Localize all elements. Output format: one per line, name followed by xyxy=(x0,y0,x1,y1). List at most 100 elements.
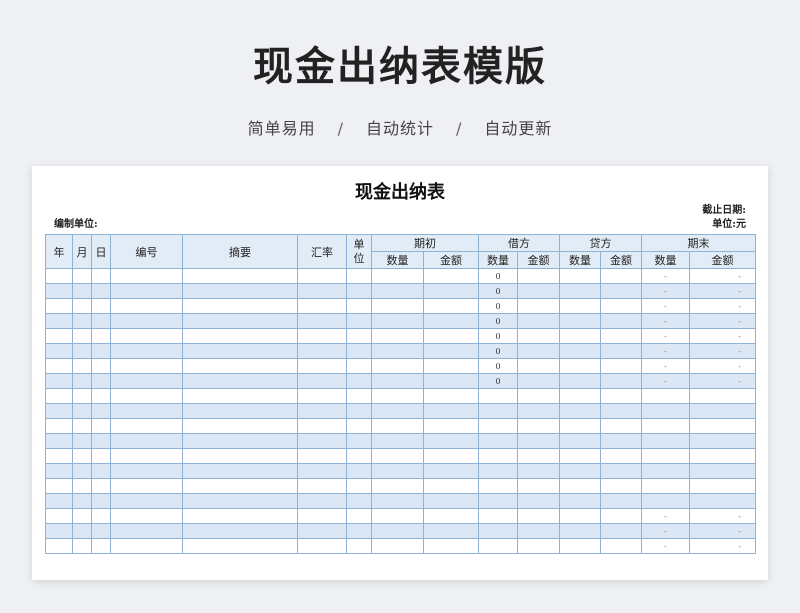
table-cell[interactable] xyxy=(45,373,73,389)
table-cell[interactable] xyxy=(110,403,183,419)
table-cell[interactable]: 0 xyxy=(478,328,518,344)
table-cell[interactable] xyxy=(371,523,424,539)
table-cell[interactable]: 0 xyxy=(478,373,518,389)
table-cell[interactable] xyxy=(423,343,479,359)
table-cell[interactable] xyxy=(297,343,347,359)
table-cell[interactable] xyxy=(182,298,298,314)
table-cell[interactable] xyxy=(297,463,347,479)
table-cell[interactable] xyxy=(182,493,298,509)
table-cell[interactable] xyxy=(423,373,479,389)
table-cell[interactable]: 0 xyxy=(478,313,518,329)
table-cell[interactable] xyxy=(346,433,372,449)
table-cell[interactable] xyxy=(517,388,560,404)
table-cell[interactable] xyxy=(182,523,298,539)
table-cell[interactable] xyxy=(45,313,73,329)
table-cell[interactable]: - xyxy=(689,523,756,539)
table-cell[interactable] xyxy=(72,418,92,434)
table-cell[interactable] xyxy=(559,403,601,419)
table-cell[interactable] xyxy=(346,358,372,374)
table-cell[interactable] xyxy=(346,268,372,284)
table-cell[interactable] xyxy=(517,493,560,509)
table-cell[interactable] xyxy=(559,298,601,314)
table-cell[interactable] xyxy=(517,328,560,344)
table-cell[interactable] xyxy=(371,478,424,494)
table-cell[interactable]: - xyxy=(641,328,690,344)
table-cell[interactable]: 0 xyxy=(478,283,518,299)
table-cell[interactable] xyxy=(371,358,424,374)
table-cell[interactable] xyxy=(182,388,298,404)
table-cell[interactable] xyxy=(72,463,92,479)
table-cell[interactable] xyxy=(297,313,347,329)
table-cell[interactable] xyxy=(478,523,518,539)
table-cell[interactable] xyxy=(110,478,183,494)
table-cell[interactable] xyxy=(559,388,601,404)
table-cell[interactable] xyxy=(110,448,183,464)
table-cell[interactable] xyxy=(182,508,298,524)
table-cell[interactable]: - xyxy=(689,538,756,554)
table-cell[interactable] xyxy=(110,433,183,449)
table-cell[interactable] xyxy=(182,358,298,374)
table-cell[interactable] xyxy=(346,298,372,314)
table-cell[interactable] xyxy=(517,538,560,554)
table-cell[interactable] xyxy=(689,478,756,494)
table-cell[interactable] xyxy=(297,403,347,419)
table-cell[interactable] xyxy=(517,283,560,299)
table-cell[interactable] xyxy=(45,463,73,479)
table-cell[interactable] xyxy=(297,373,347,389)
table-cell[interactable] xyxy=(478,493,518,509)
table-cell[interactable] xyxy=(559,433,601,449)
table-cell[interactable] xyxy=(346,388,372,404)
table-cell[interactable] xyxy=(423,328,479,344)
table-cell[interactable] xyxy=(346,538,372,554)
table-cell[interactable] xyxy=(517,298,560,314)
table-cell[interactable] xyxy=(559,478,601,494)
table-cell[interactable]: - xyxy=(641,358,690,374)
table-cell[interactable] xyxy=(517,343,560,359)
table-cell[interactable] xyxy=(72,478,92,494)
table-cell[interactable] xyxy=(371,448,424,464)
table-cell[interactable]: 0 xyxy=(478,343,518,359)
table-cell[interactable] xyxy=(517,268,560,284)
table-cell[interactable] xyxy=(182,328,298,344)
table-cell[interactable] xyxy=(371,313,424,329)
table-cell[interactable] xyxy=(110,343,183,359)
table-cell[interactable] xyxy=(371,268,424,284)
table-cell[interactable] xyxy=(72,328,92,344)
table-cell[interactable]: - xyxy=(641,538,690,554)
table-cell[interactable] xyxy=(559,313,601,329)
table-cell[interactable] xyxy=(110,373,183,389)
table-cell[interactable] xyxy=(91,493,111,509)
table-cell[interactable] xyxy=(478,463,518,479)
table-cell[interactable]: - xyxy=(689,313,756,329)
table-cell[interactable] xyxy=(371,538,424,554)
table-cell[interactable] xyxy=(45,268,73,284)
table-cell[interactable] xyxy=(297,493,347,509)
table-cell[interactable] xyxy=(371,508,424,524)
table-cell[interactable] xyxy=(423,418,479,434)
table-cell[interactable] xyxy=(641,463,690,479)
table-cell[interactable] xyxy=(689,388,756,404)
table-cell[interactable] xyxy=(110,268,183,284)
table-cell[interactable] xyxy=(641,388,690,404)
table-cell[interactable] xyxy=(517,358,560,374)
table-cell[interactable] xyxy=(346,418,372,434)
table-cell[interactable] xyxy=(72,538,92,554)
table-cell[interactable]: - xyxy=(689,508,756,524)
table-cell[interactable] xyxy=(641,418,690,434)
table-cell[interactable] xyxy=(371,493,424,509)
table-cell[interactable] xyxy=(689,463,756,479)
table-cell[interactable] xyxy=(297,283,347,299)
table-cell[interactable] xyxy=(517,478,560,494)
table-cell[interactable] xyxy=(517,418,560,434)
table-cell[interactable]: - xyxy=(641,283,690,299)
table-cell[interactable] xyxy=(110,463,183,479)
table-cell[interactable] xyxy=(91,268,111,284)
table-cell[interactable] xyxy=(641,403,690,419)
table-cell[interactable] xyxy=(91,313,111,329)
table-cell[interactable] xyxy=(559,538,601,554)
table-cell[interactable] xyxy=(182,283,298,299)
table-cell[interactable] xyxy=(346,463,372,479)
table-cell[interactable] xyxy=(641,433,690,449)
table-cell[interactable] xyxy=(559,373,601,389)
table-cell[interactable] xyxy=(91,283,111,299)
